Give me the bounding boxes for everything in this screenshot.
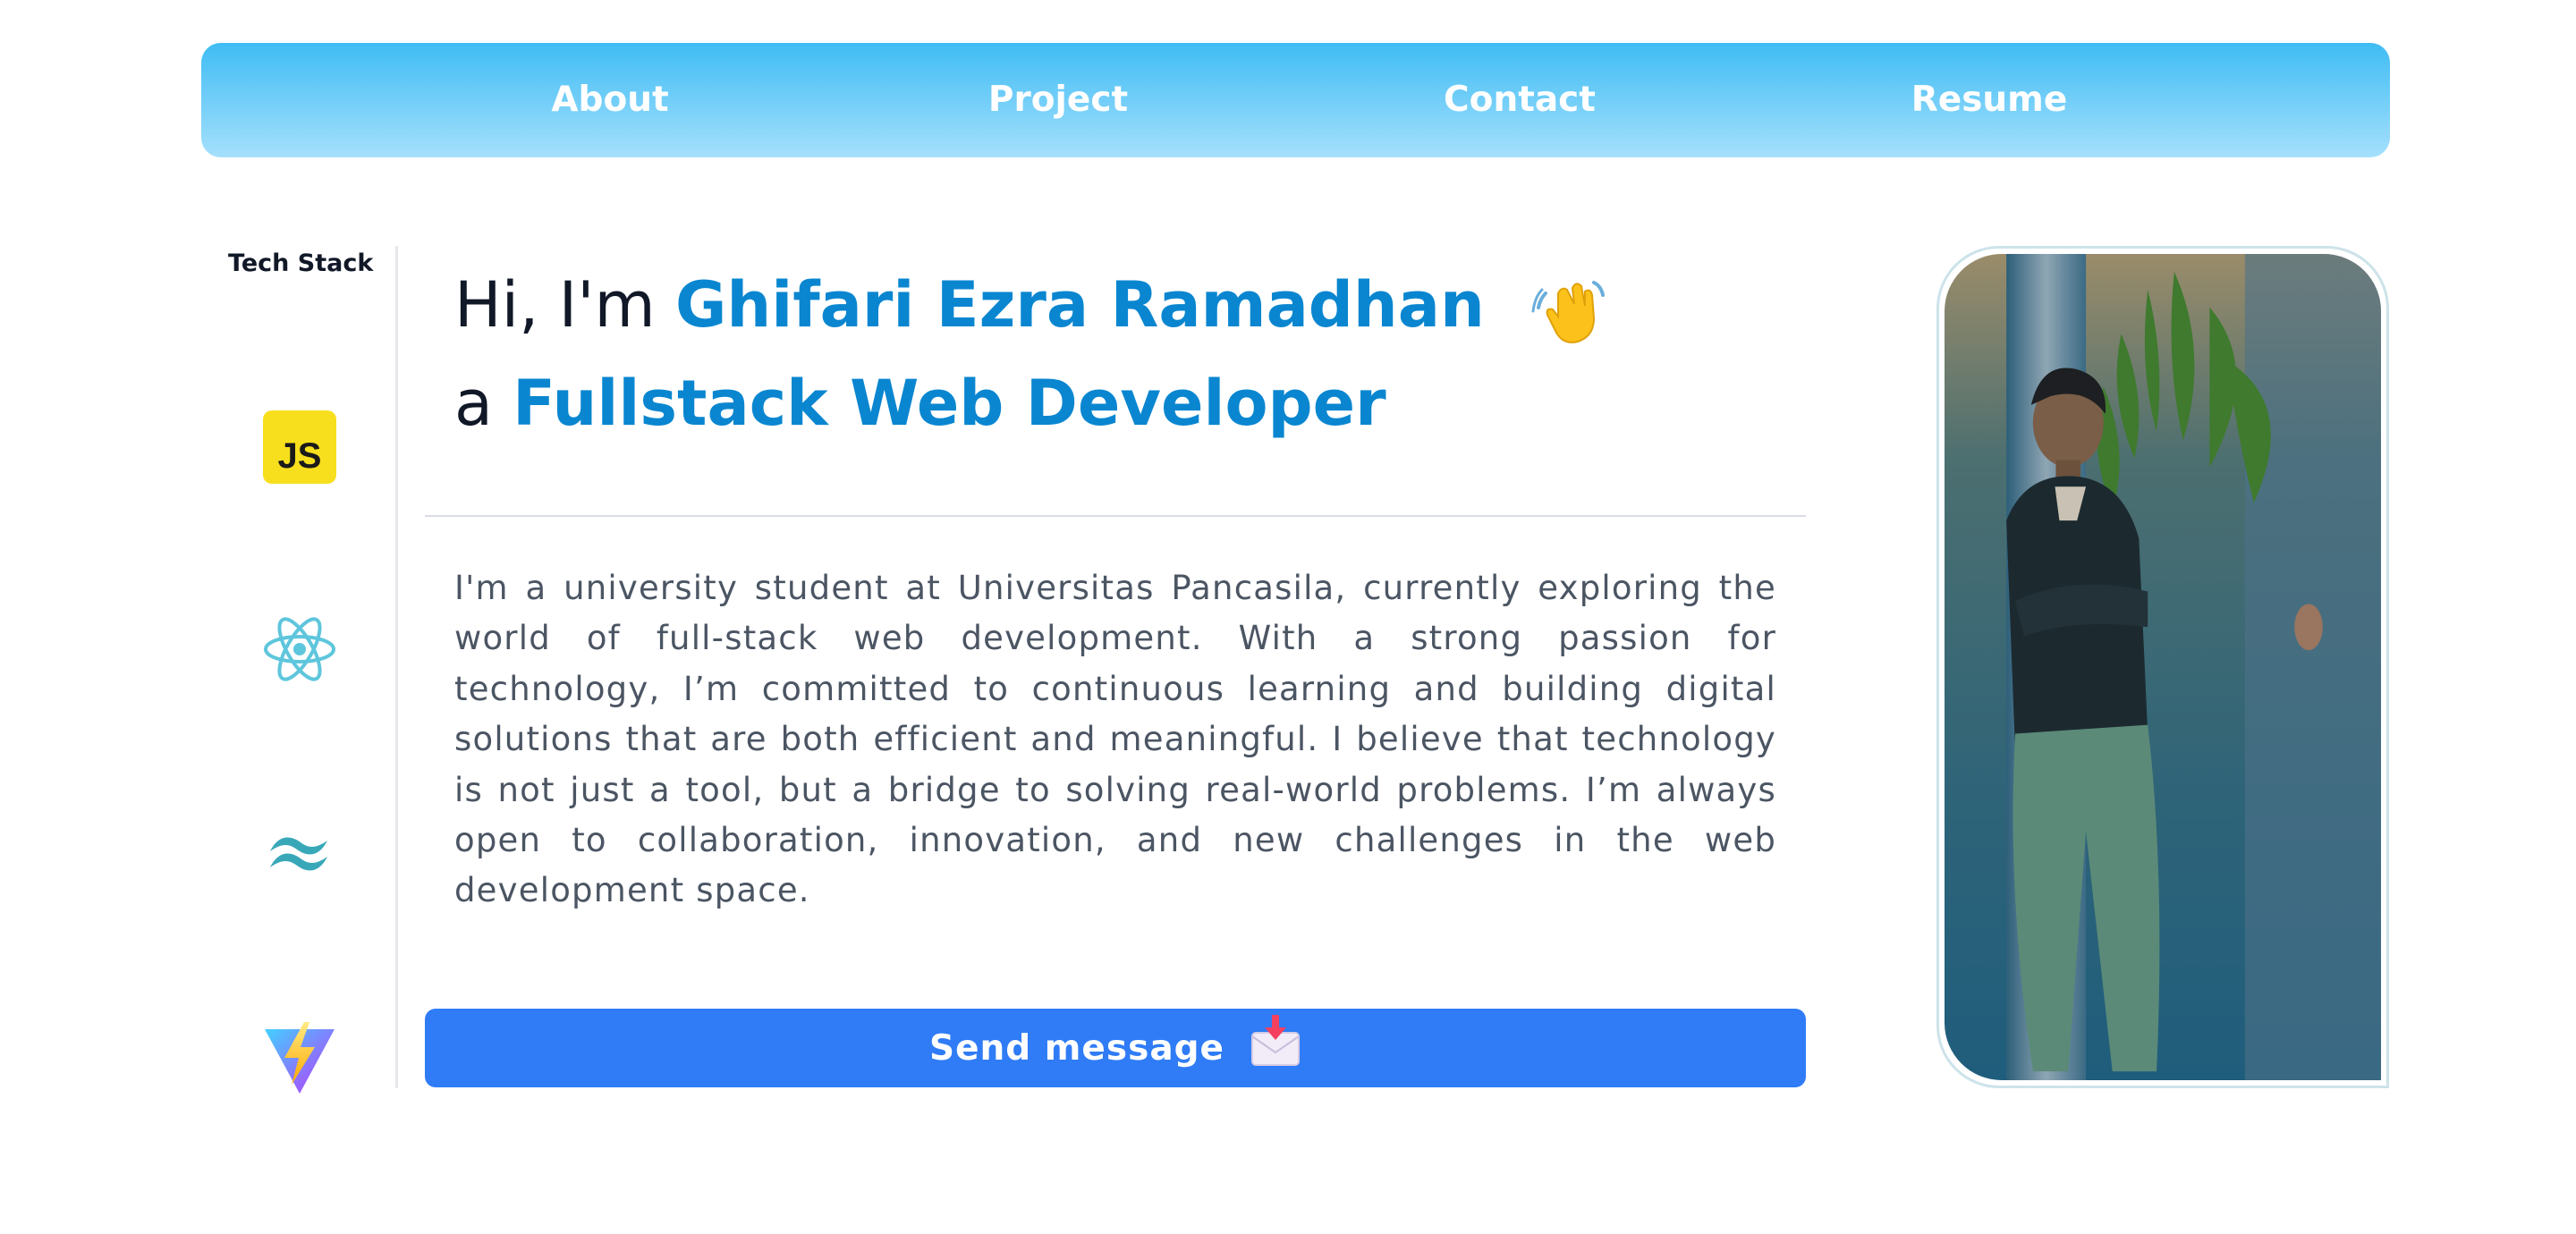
nav-contact-link[interactable]: Contact xyxy=(1444,43,1596,157)
nav-project-link[interactable]: Project xyxy=(988,43,1128,157)
waving-hand-icon xyxy=(1531,280,1606,343)
nav-about-link[interactable]: About xyxy=(551,43,668,157)
envelope-icon xyxy=(1251,1015,1300,1066)
greeting-prefix: Hi, I'm xyxy=(454,268,656,342)
profile-photo-frame xyxy=(1936,246,2389,1088)
nav-resume-link[interactable]: Resume xyxy=(1911,43,2068,157)
hero-greeting: Hi, I'm Ghifari Ezra Ramadhan xyxy=(454,268,1796,347)
role-prefix: a xyxy=(454,367,493,440)
send-message-label: Send message xyxy=(929,1027,1224,1069)
vite-icon xyxy=(265,1022,335,1094)
javascript-icon: JS xyxy=(263,410,336,484)
hero-name: Ghifari Ezra Ramadhan xyxy=(674,268,1485,342)
top-navbar: About Project Contact Resume xyxy=(201,43,2390,157)
bio-paragraph: I'm a university student at Universitas … xyxy=(454,569,1776,910)
react-icon xyxy=(264,617,335,681)
hero-role-title: Fullstack Web Developer xyxy=(513,367,1386,440)
profile-photo xyxy=(1945,254,2381,1080)
hero-role: a Fullstack Web Developer xyxy=(454,367,1796,440)
tech-stack-sidebar: Tech Stack JS xyxy=(201,246,398,1094)
send-message-button[interactable]: Send message xyxy=(425,1009,1806,1087)
tailwind-icon xyxy=(270,837,327,871)
section-divider xyxy=(425,515,1806,517)
javascript-icon-label: JS xyxy=(278,436,322,476)
tech-stack-title: Tech Stack xyxy=(228,249,374,277)
